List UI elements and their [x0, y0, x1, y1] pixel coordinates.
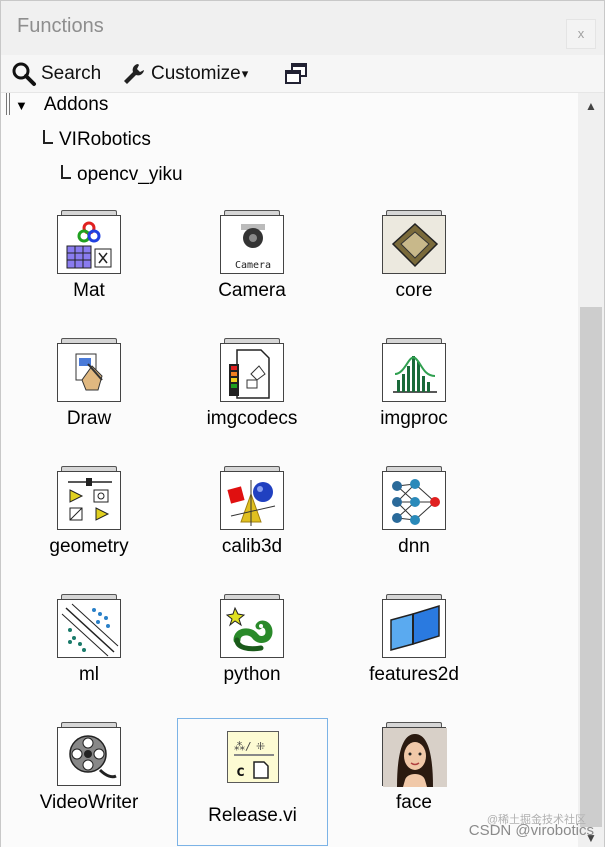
histogram-icon: [393, 356, 437, 393]
camera-icon-text: Camera: [235, 260, 271, 271]
palette-item-label: features2d: [369, 664, 459, 685]
palette-item-videowriter[interactable]: VideoWriter: [14, 718, 164, 846]
folder-icon: [57, 466, 121, 530]
functions-palette-window: Functions x Search Customize ▾ ▼ Addons: [0, 0, 605, 847]
palette-item-mat[interactable]: Mat: [14, 206, 164, 334]
chevron-down-icon: ▾: [241, 66, 249, 81]
3d-shapes-icon: [227, 480, 276, 526]
palette-item-label: imgcodecs: [206, 408, 298, 429]
palette-item-label: python: [223, 664, 281, 685]
palette-item-python[interactable]: python: [177, 590, 327, 718]
pane-splitter-handle[interactable]: [6, 93, 10, 115]
palette-item-imgproc[interactable]: imgproc: [339, 334, 489, 462]
python-icon: [225, 606, 273, 652]
palette-item-draw[interactable]: Draw: [14, 334, 164, 462]
palette-toolbar: Search Customize ▾: [1, 55, 604, 93]
face-photo-icon: [383, 728, 447, 787]
customize-button[interactable]: Customize ▾: [121, 61, 248, 87]
search-icon: [11, 61, 37, 87]
chip-icon: [391, 222, 439, 268]
release-vi-icon: ⁂/ ⁜ c: [226, 731, 279, 783]
palette-item-camera[interactable]: Camera Camera: [177, 206, 327, 334]
mat-icon: [66, 221, 112, 269]
tree-connector: [61, 165, 71, 179]
tree-label-virobotics: VIRobotics: [59, 129, 151, 150]
palette-item-label: Mat: [73, 280, 105, 301]
neural-net-icon: [392, 479, 440, 525]
geometry-icon: [68, 478, 112, 521]
folder-icon: [57, 210, 121, 274]
svg-text:⁜: ⁜: [256, 740, 265, 753]
folder-icon: [382, 210, 446, 274]
wrench-icon: [121, 61, 147, 87]
draw-icon: [75, 353, 103, 391]
folder-icon: [220, 466, 284, 530]
window-stack-icon: [283, 61, 309, 87]
vertical-scrollbar[interactable]: ▲ ▼: [578, 93, 604, 847]
palette-item-label: Release.vi: [208, 805, 297, 826]
svg-text:c: c: [236, 762, 245, 780]
film-reel-icon: [69, 735, 117, 779]
palette-item-dnn[interactable]: dnn: [339, 462, 489, 590]
plane-icon: [390, 604, 440, 651]
search-label: Search: [41, 63, 102, 84]
folder-icon: [382, 338, 446, 402]
title-bar[interactable]: Functions x: [1, 1, 604, 55]
expand-triangle-icon[interactable]: ▼: [15, 98, 28, 113]
palette-item-label: calib3d: [221, 536, 283, 557]
palette-item-label: VideoWriter: [39, 792, 139, 813]
tree-node-addons[interactable]: ▼ Addons: [15, 94, 108, 116]
window-options-button[interactable]: [283, 61, 309, 87]
palette-item-label: dnn: [398, 536, 430, 557]
folder-icon: [382, 722, 447, 787]
scrollbar-thumb[interactable]: [580, 307, 602, 827]
palette-item-label: geometry: [49, 536, 129, 557]
watermark-line2: CSDN @virobotics: [468, 822, 594, 839]
image-file-icon: [229, 349, 270, 399]
search-button[interactable]: Search: [11, 61, 101, 87]
palette-item-label: ml: [78, 664, 100, 685]
palette-item-calib3d[interactable]: calib3d: [177, 462, 327, 590]
tree-node-virobotics[interactable]: VIRobotics: [43, 129, 151, 151]
folder-icon: [382, 466, 446, 530]
folder-icon: [220, 594, 284, 658]
folder-icon: [57, 338, 121, 402]
folder-icon: [220, 338, 284, 402]
tree-label-opencv-yiku: opencv_yiku: [77, 164, 183, 185]
window-title: Functions: [17, 15, 104, 37]
svg-text:⁂/: ⁂/: [234, 740, 252, 753]
palette-item-label: Camera: [218, 280, 286, 301]
tree-connector: [43, 130, 53, 144]
palette-item-imgcodecs[interactable]: imgcodecs: [177, 334, 327, 462]
customize-label: Customize: [151, 63, 241, 84]
folder-icon: [57, 722, 121, 786]
palette-item-release-vi[interactable]: ⁂/ ⁜ c Release.vi: [177, 718, 328, 846]
scatter-icon: [61, 603, 119, 657]
folder-icon: [57, 594, 121, 658]
palette-item-ml[interactable]: ml: [14, 590, 164, 718]
close-button[interactable]: x: [566, 19, 596, 49]
palette-item-features2d[interactable]: features2d: [339, 590, 489, 718]
palette-item-label: face: [396, 792, 432, 813]
palette-item-face[interactable]: face: [339, 718, 489, 846]
palette-item-geometry[interactable]: geometry: [14, 462, 164, 590]
tree-node-opencv-yiku[interactable]: opencv_yiku: [61, 164, 183, 186]
tree-label-addons: Addons: [43, 94, 109, 115]
palette-item-label: Draw: [66, 408, 112, 429]
folder-icon: [382, 594, 446, 658]
camera-icon: Camera: [235, 224, 271, 271]
palette-item-label: core: [395, 280, 433, 301]
palette-item-label: imgproc: [380, 408, 448, 429]
palette-item-core[interactable]: core: [339, 206, 489, 334]
folder-icon: Camera: [220, 210, 284, 274]
scroll-up-arrow-icon[interactable]: ▲: [578, 93, 604, 119]
